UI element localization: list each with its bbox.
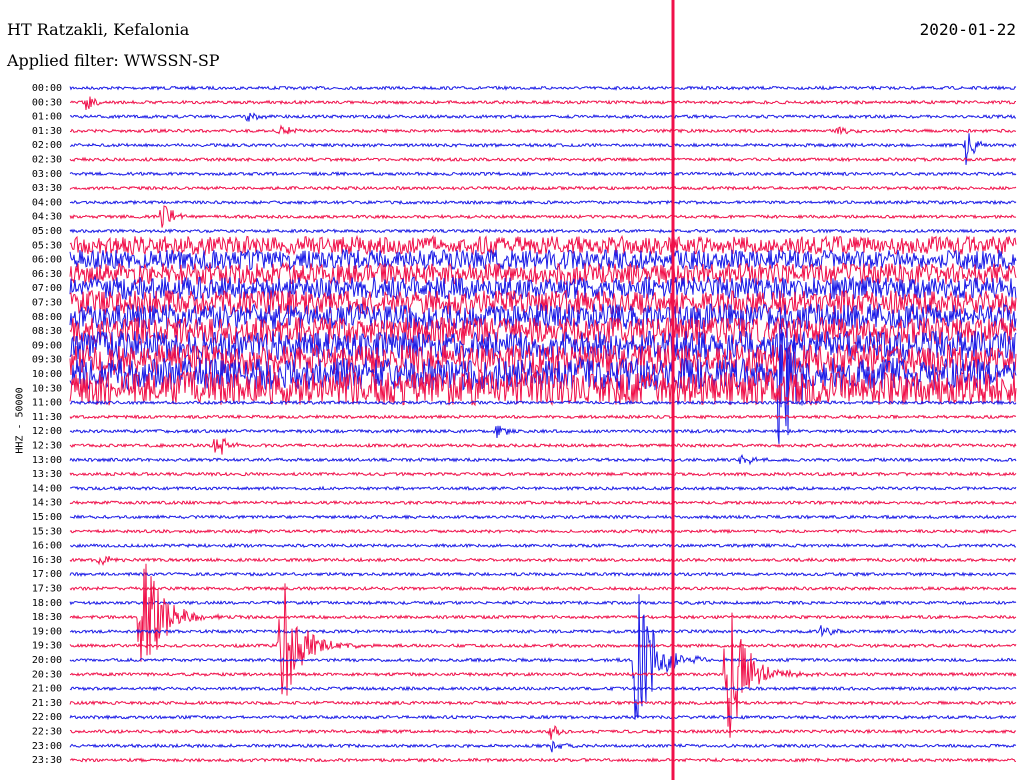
time-tick-label: 22:30	[32, 727, 62, 738]
time-tick-label: 02:30	[32, 155, 62, 166]
trace-line	[69, 599, 1017, 606]
time-tick-label: 09:00	[32, 340, 62, 351]
time-tick-label: 22:00	[32, 712, 62, 723]
time-tick-label: 18:30	[32, 612, 62, 623]
time-tick-label: 08:30	[32, 326, 62, 337]
trace-line	[69, 555, 1017, 566]
time-tick-label: 17:00	[32, 569, 62, 580]
time-tick-label: 20:30	[32, 669, 62, 680]
time-tick-label: 02:00	[32, 140, 62, 151]
trace-line	[69, 205, 1017, 228]
trace-line	[69, 425, 1017, 439]
time-tick-label: 17:30	[32, 584, 62, 595]
time-tick-label: 01:00	[32, 112, 62, 123]
trace-line	[69, 585, 1017, 592]
time-tick-label: 00:00	[32, 83, 62, 94]
trace-line	[69, 485, 1017, 492]
time-tick-label: 08:00	[32, 312, 62, 323]
time-tick-label: 16:00	[32, 541, 62, 552]
trace-line	[69, 437, 1017, 455]
trace-line	[69, 514, 1017, 520]
trace-line	[69, 714, 1017, 721]
trace-line	[69, 454, 1017, 466]
trace-line	[69, 625, 1017, 638]
time-tick-label: 01:30	[32, 126, 62, 137]
trace-line	[69, 112, 1016, 122]
time-tick-label: 05:00	[32, 226, 62, 237]
time-tick-label: 15:30	[32, 526, 62, 537]
trace-line	[69, 685, 1017, 692]
time-tick-label: 23:30	[32, 755, 62, 766]
trace-line	[69, 542, 1017, 549]
time-tick-label: 09:30	[32, 355, 62, 366]
time-tick-label: 13:00	[32, 455, 62, 466]
trace-line	[69, 234, 1017, 257]
time-tick-label: 15:00	[32, 512, 62, 523]
trace-line	[69, 248, 1017, 272]
time-tick-label: 12:30	[32, 441, 62, 452]
time-tick-label: 14:00	[32, 483, 62, 494]
time-tick-label: 11:30	[32, 412, 62, 423]
trace-line	[69, 528, 1017, 535]
time-tick-label: 03:00	[32, 169, 62, 180]
trace-line	[69, 757, 1016, 764]
trace-line	[69, 563, 1017, 662]
time-tick-label: 06:30	[32, 269, 62, 280]
time-tick-label: 23:00	[32, 741, 62, 752]
time-tick-label: 04:30	[32, 212, 62, 223]
time-tick-label: 12:00	[32, 426, 62, 437]
time-tick-label: 14:30	[32, 498, 62, 509]
time-tick-label: 21:30	[32, 698, 62, 709]
time-tick-label: 20:00	[32, 655, 62, 666]
trace-line	[69, 414, 1017, 420]
trace-line	[69, 583, 1017, 696]
time-tick-label: 04:00	[32, 197, 62, 208]
time-tick-label: 21:00	[32, 684, 62, 695]
time-tick-label: 16:30	[32, 555, 62, 566]
trace-line	[69, 725, 1017, 740]
time-tick-label: 03:30	[32, 183, 62, 194]
time-tick-label: 10:30	[32, 383, 62, 394]
time-tick-label: 06:00	[32, 255, 62, 266]
trace-line	[69, 399, 1017, 406]
time-tick-label: 11:00	[32, 398, 62, 409]
trace-line	[69, 199, 1017, 206]
trace-line	[69, 740, 1017, 753]
trace-line	[69, 84, 1017, 91]
time-tick-label: 05:30	[32, 240, 62, 251]
time-tick-label: 00:30	[32, 97, 62, 108]
trace-line	[69, 499, 1017, 506]
trace-line	[69, 594, 1017, 720]
time-tick-label: 19:00	[32, 626, 62, 637]
trace-line	[69, 228, 1017, 234]
trace-line	[69, 124, 1017, 136]
trace-line	[69, 700, 1017, 706]
time-tick-label: 13:30	[32, 469, 62, 480]
trace-line	[69, 96, 1016, 110]
time-tick-label: 19:30	[32, 641, 62, 652]
trace-line	[69, 170, 1017, 177]
time-tick-label: 07:30	[32, 298, 62, 309]
trace-line	[69, 185, 1017, 191]
time-tick-label: 18:00	[32, 598, 62, 609]
trace-line	[69, 156, 1017, 163]
trace-line	[69, 571, 1017, 578]
time-tick-label: 07:00	[32, 283, 62, 294]
trace-line	[69, 471, 1017, 478]
seismogram-plot: 00:00 00:30 01:00 01:30 02:00 02:30 03:00 03:30…	[32, 0, 1017, 780]
time-tick-label: 10:00	[32, 369, 62, 380]
